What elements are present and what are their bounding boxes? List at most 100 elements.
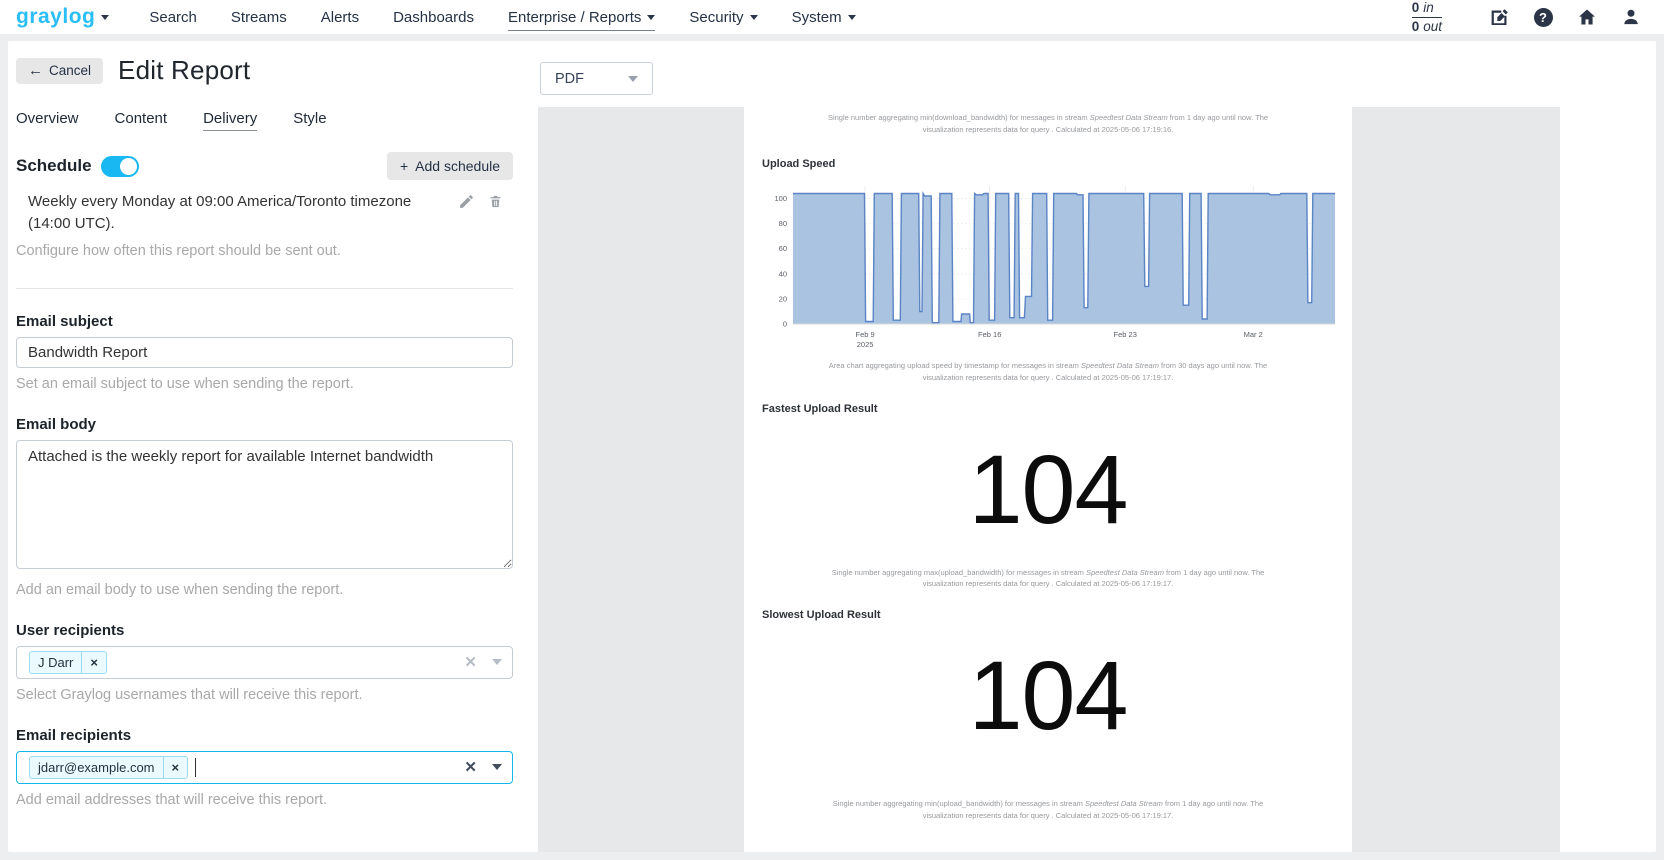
edit-schedule-pencil-icon[interactable] <box>458 193 475 210</box>
plus-icon: + <box>400 158 408 174</box>
email-recipients-label: Email recipients <box>16 727 513 744</box>
nav-item-label: Security <box>689 9 743 26</box>
svg-text:Mar 2: Mar 2 <box>1244 330 1263 339</box>
user-recipient-tag: J Darr × <box>29 651 107 674</box>
page-title: Edit Report <box>118 55 250 86</box>
fastest-upload-heading: Fastest Upload Result <box>762 403 1352 415</box>
dropdown-caret-icon <box>628 76 638 82</box>
throughput-indicator[interactable]: 0in 0out <box>1412 0 1442 34</box>
logo-caret-down-icon[interactable] <box>101 15 109 20</box>
in-count: 0 <box>1412 0 1420 15</box>
schedule-help-text: Configure how often this report should b… <box>16 243 513 259</box>
in-label: in <box>1423 0 1434 15</box>
remove-tag-icon[interactable]: × <box>81 652 106 673</box>
tab-delivery[interactable]: Delivery <box>203 110 257 131</box>
svg-text:Feb 9: Feb 9 <box>856 330 875 339</box>
clear-field-icon[interactable]: ✕ <box>464 653 477 671</box>
email-recipient-tag: jdarr@example.com × <box>29 756 188 779</box>
section-divider <box>16 288 513 289</box>
add-schedule-label: Add schedule <box>415 158 500 174</box>
nav-item-system[interactable]: System <box>792 9 856 26</box>
caption-max-upload: Single number aggregating max(upload_ban… <box>813 567 1283 590</box>
nav-item-security[interactable]: Security <box>689 9 757 26</box>
toggle-knob <box>120 158 137 175</box>
area-chart-svg: 0 20 40 60 80 100 Feb 92025 Feb 16 Feb 23 Mar 2 <box>759 176 1345 348</box>
graylog-logo[interactable]: graylog <box>16 5 95 29</box>
nav-item-search[interactable]: Search <box>149 9 197 26</box>
top-nav: graylog Search Streams Alerts Dashboards… <box>0 0 1664 34</box>
add-schedule-button[interactable]: + Add schedule <box>387 152 513 180</box>
caret-down-icon <box>848 15 856 20</box>
nav-item-label: System <box>792 9 842 26</box>
cancel-label: Cancel <box>49 63 91 78</box>
delete-schedule-trash-icon[interactable] <box>488 193 503 210</box>
text-cursor <box>195 758 196 777</box>
tag-label: J Darr <box>30 652 81 673</box>
nav-menu: Search Streams Alerts Dashboards Enterpr… <box>149 9 855 26</box>
upload-speed-chart: 0 20 40 60 80 100 Feb 92025 Feb 16 Feb 23 Mar 2 <box>759 176 1352 353</box>
email-subject-help: Set an email subject to use when sending… <box>16 376 513 392</box>
caption-area-chart: Area chart aggregating upload speed by t… <box>813 360 1283 383</box>
home-icon[interactable] <box>1576 6 1598 28</box>
svg-text:2025: 2025 <box>857 340 874 348</box>
compose-edit-icon[interactable] <box>1488 6 1510 28</box>
report-tabs: Overview Content Delivery Style <box>16 110 513 131</box>
email-recipients-help: Add email addresses that will receive th… <box>16 792 513 808</box>
nav-item-alerts[interactable]: Alerts <box>321 9 359 26</box>
user-icon[interactable] <box>1620 6 1642 28</box>
tab-content[interactable]: Content <box>115 110 168 131</box>
help-icon[interactable]: ? <box>1532 6 1554 28</box>
out-count: 0 <box>1412 19 1420 34</box>
nav-item-dashboards[interactable]: Dashboards <box>393 9 474 26</box>
clear-field-icon[interactable]: ✕ <box>464 758 477 776</box>
svg-text:100: 100 <box>774 194 787 203</box>
email-body-textarea[interactable]: Attached is the weekly report for availa… <box>16 440 513 569</box>
back-arrow-icon: ← <box>28 63 43 78</box>
svg-text:80: 80 <box>779 219 787 228</box>
format-select-value: PDF <box>555 71 584 87</box>
tag-label: jdarr@example.com <box>30 757 163 778</box>
email-body-help: Add an email body to use when sending th… <box>16 582 513 598</box>
dropdown-caret-icon[interactable] <box>492 659 502 665</box>
schedule-heading: Schedule <box>16 156 92 176</box>
svg-text:0: 0 <box>783 320 787 329</box>
caret-down-icon <box>647 15 655 20</box>
user-recipients-field[interactable]: J Darr × ✕ <box>16 646 513 679</box>
email-recipients-field[interactable]: jdarr@example.com × ✕ <box>16 751 513 784</box>
user-recipients-label: User recipients <box>16 622 513 639</box>
svg-text:20: 20 <box>779 295 787 304</box>
user-recipients-help: Select Graylog usernames that will recei… <box>16 687 513 703</box>
caption-min-download: Single number aggregating min(download_b… <box>813 112 1283 135</box>
caption-min-upload: Single number aggregating min(upload_ban… <box>813 798 1283 821</box>
page-background: ← Cancel Edit Report Overview Content De… <box>0 34 1664 860</box>
slowest-upload-heading: Slowest Upload Result <box>762 609 1352 621</box>
cancel-button[interactable]: ← Cancel <box>16 58 103 84</box>
delivery-form-panel: ← Cancel Edit Report Overview Content De… <box>16 55 513 808</box>
report-preview-pane[interactable]: Single number aggregating min(download_b… <box>538 107 1560 852</box>
pdf-page: Single number aggregating min(download_b… <box>744 107 1352 852</box>
edit-report-card: ← Cancel Edit Report Overview Content De… <box>8 41 1656 852</box>
nav-item-enterprise-reports[interactable]: Enterprise / Reports <box>508 9 655 31</box>
svg-text:Feb 16: Feb 16 <box>978 330 1001 339</box>
out-label: out <box>1423 19 1442 34</box>
format-select[interactable]: PDF <box>540 62 653 95</box>
svg-text:40: 40 <box>779 270 787 279</box>
email-subject-input[interactable] <box>16 337 513 368</box>
nav-item-label: Enterprise / Reports <box>508 9 641 26</box>
email-body-label: Email body <box>16 416 513 433</box>
fastest-upload-value: 104 <box>744 444 1352 536</box>
tab-overview[interactable]: Overview <box>16 110 79 131</box>
nav-item-streams[interactable]: Streams <box>231 9 287 26</box>
tab-style[interactable]: Style <box>293 110 326 131</box>
svg-text:Feb 23: Feb 23 <box>1114 330 1137 339</box>
schedule-toggle[interactable] <box>101 156 139 177</box>
remove-tag-icon[interactable]: × <box>163 757 188 778</box>
question-mark-glyph: ? <box>1534 8 1553 27</box>
schedule-entry-text: Weekly every Monday at 09:00 America/Tor… <box>28 191 440 235</box>
caret-down-icon <box>750 15 758 20</box>
dropdown-caret-icon[interactable] <box>492 764 502 770</box>
email-subject-label: Email subject <box>16 313 513 330</box>
svg-text:60: 60 <box>779 244 787 253</box>
chart-title: Upload Speed <box>762 158 1352 170</box>
slowest-upload-value: 104 <box>744 650 1352 742</box>
